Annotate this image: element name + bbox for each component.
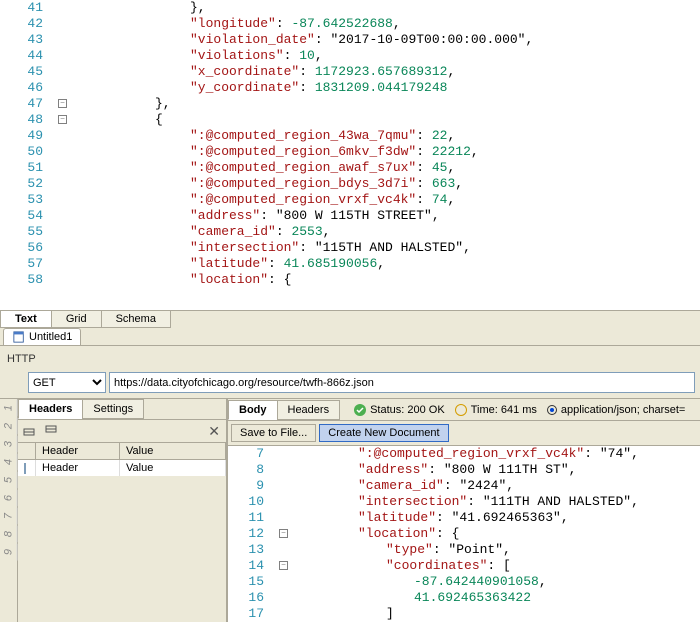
side-tab[interactable]: 1 [0, 400, 18, 417]
http-method-select[interactable]: GET [28, 372, 106, 393]
clock-icon [455, 404, 467, 416]
document-tabs: Untitled1 [0, 328, 700, 346]
code-line[interactable]: 12−"location": { [228, 526, 700, 542]
json-file-icon [12, 331, 26, 343]
side-tab[interactable]: 3 [0, 436, 18, 453]
fold-icon[interactable]: − [58, 99, 67, 108]
code-line[interactable]: 43"violation_date": "2017-10-09T00:00:00… [0, 32, 700, 48]
response-panel: Body Headers Status: 200 OK Time: 641 ms… [228, 399, 700, 622]
code-line[interactable]: 1641.692465363422 [228, 590, 700, 606]
doc-tab-untitled[interactable]: Untitled1 [3, 328, 81, 345]
tab-text[interactable]: Text [0, 311, 52, 328]
side-tabs: 123456789 [0, 399, 18, 622]
save-to-file-button[interactable]: Save to File... [231, 424, 316, 442]
top-code-editor[interactable]: 41},42"longitude": -87.642522688,43"viol… [0, 0, 700, 310]
side-tab[interactable]: 5 [0, 472, 18, 489]
code-line[interactable]: 55"camera_id": 2553, [0, 224, 700, 240]
row-checkbox[interactable] [24, 463, 26, 474]
code-line[interactable]: 51":@computed_region_awaf_s7ux": 45, [0, 160, 700, 176]
tab-schema[interactable]: Schema [101, 311, 171, 328]
time-text: Time: 641 ms [471, 404, 537, 416]
header-row[interactable]: Header Value [18, 460, 226, 476]
code-line[interactable]: 53":@computed_region_vrxf_vc4k": 74, [0, 192, 700, 208]
request-tab-headers[interactable]: Headers [18, 399, 83, 419]
tab-grid[interactable]: Grid [51, 311, 102, 328]
status-ok-icon [354, 404, 366, 416]
side-tab[interactable]: 9 [0, 544, 18, 561]
code-line[interactable]: 8"address": "800 W 111TH ST", [228, 462, 700, 478]
code-line[interactable]: 11"latitude": "41.692465363", [228, 510, 700, 526]
code-line[interactable]: 57"latitude": 41.685190056, [0, 256, 700, 272]
url-input[interactable] [109, 372, 695, 393]
fold-icon[interactable]: − [279, 529, 288, 538]
side-tab[interactable]: 2 [0, 418, 18, 435]
side-tab[interactable]: 7 [0, 508, 18, 525]
create-new-document-button[interactable]: Create New Document [319, 424, 448, 442]
content-type-icon [547, 405, 557, 415]
code-line[interactable]: 7":@computed_region_vrxf_vc4k": "74", [228, 446, 700, 462]
code-line[interactable]: 54"address": "800 W 115TH STREET", [0, 208, 700, 224]
side-tab[interactable]: 6 [0, 490, 18, 507]
code-line[interactable]: 50":@computed_region_6mkv_f3dw": 22212, [0, 144, 700, 160]
response-tab-headers[interactable]: Headers [277, 400, 341, 420]
request-headers-panel: Headers Settings ✕ Header Value Header V… [18, 399, 228, 622]
request-tab-settings[interactable]: Settings [82, 399, 144, 419]
content-type-text: application/json; charset= [561, 404, 685, 416]
code-line[interactable]: 42"longitude": -87.642522688, [0, 16, 700, 32]
response-code-editor[interactable]: 7":@computed_region_vrxf_vc4k": "74",8"a… [228, 446, 700, 622]
code-line[interactable]: 13"type": "Point", [228, 542, 700, 558]
side-tab[interactable]: 8 [0, 526, 18, 543]
http-label: HTTP [0, 346, 700, 370]
code-line[interactable]: 44"violations": 10, [0, 48, 700, 64]
delete-row-icon[interactable]: ✕ [208, 423, 220, 440]
code-line[interactable]: 46"y_coordinate": 1831209.044179248 [0, 80, 700, 96]
col-header[interactable]: Header [36, 443, 120, 459]
append-row-icon[interactable] [42, 421, 62, 441]
code-line[interactable]: 47−}, [0, 96, 700, 112]
status-text: Status: 200 OK [370, 404, 445, 416]
code-line[interactable]: 48−{ [0, 112, 700, 128]
response-tab-body[interactable]: Body [228, 400, 278, 420]
code-line[interactable]: 15-87.642440901058, [228, 574, 700, 590]
fold-icon[interactable]: − [279, 561, 288, 570]
code-line[interactable]: 49":@computed_region_43wa_7qmu": 22, [0, 128, 700, 144]
insert-row-icon[interactable] [20, 421, 40, 441]
code-line[interactable]: 52":@computed_region_bdys_3d7i": 663, [0, 176, 700, 192]
code-line[interactable]: 10"intersection": "111TH AND HALSTED", [228, 494, 700, 510]
code-line[interactable]: 58"location": { [0, 272, 700, 288]
view-tabs: Text Grid Schema [0, 310, 700, 328]
code-line[interactable]: 9"camera_id": "2424", [228, 478, 700, 494]
col-value[interactable]: Value [120, 443, 226, 459]
code-line[interactable]: 56"intersection": "115TH AND HALSTED", [0, 240, 700, 256]
code-line[interactable]: 17] [228, 606, 700, 622]
code-line[interactable]: 14−"coordinates": [ [228, 558, 700, 574]
code-line[interactable]: 41}, [0, 0, 700, 16]
fold-icon[interactable]: − [58, 115, 67, 124]
side-tab[interactable]: 4 [0, 454, 18, 471]
code-line[interactable]: 45"x_coordinate": 1172923.657689312, [0, 64, 700, 80]
